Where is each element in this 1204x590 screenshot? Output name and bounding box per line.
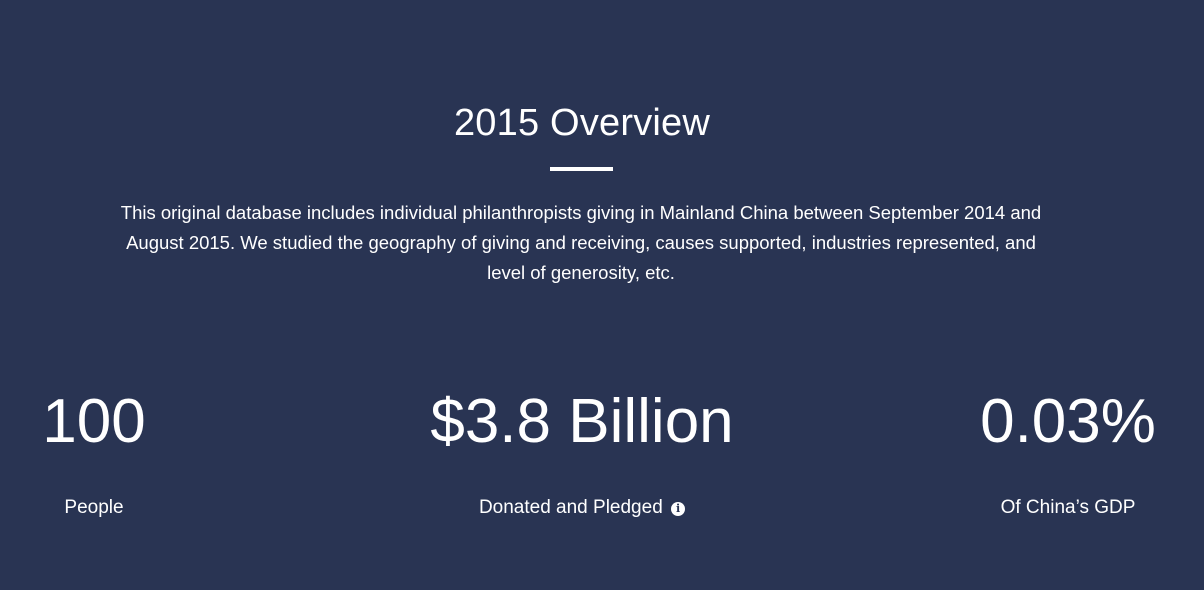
- title-divider: [550, 167, 613, 171]
- stat-donated: $3.8 Billion Donated and Pledged i: [382, 386, 782, 520]
- stat-label: Of China’s GDP: [1000, 497, 1136, 518]
- page-title: 2015 Overview: [453, 102, 711, 144]
- stat-label: People: [64, 497, 124, 518]
- stat-value: 100: [42, 387, 146, 456]
- overview-description: This original database includes individu…: [120, 202, 1042, 283]
- stat-people: 100 People: [24, 386, 164, 520]
- info-icon[interactable]: i: [671, 502, 686, 516]
- stat-value: 0.03%: [980, 387, 1156, 456]
- stat-label-row: Donated and Pledged i: [382, 496, 782, 520]
- stat-label: Donated and Pledged: [478, 497, 663, 518]
- overview-section: 2015 Overview This original database inc…: [0, 0, 1204, 590]
- stat-value: $3.8 Billion: [430, 387, 734, 456]
- stat-gdp: 0.03% Of China’s GDP: [968, 386, 1168, 520]
